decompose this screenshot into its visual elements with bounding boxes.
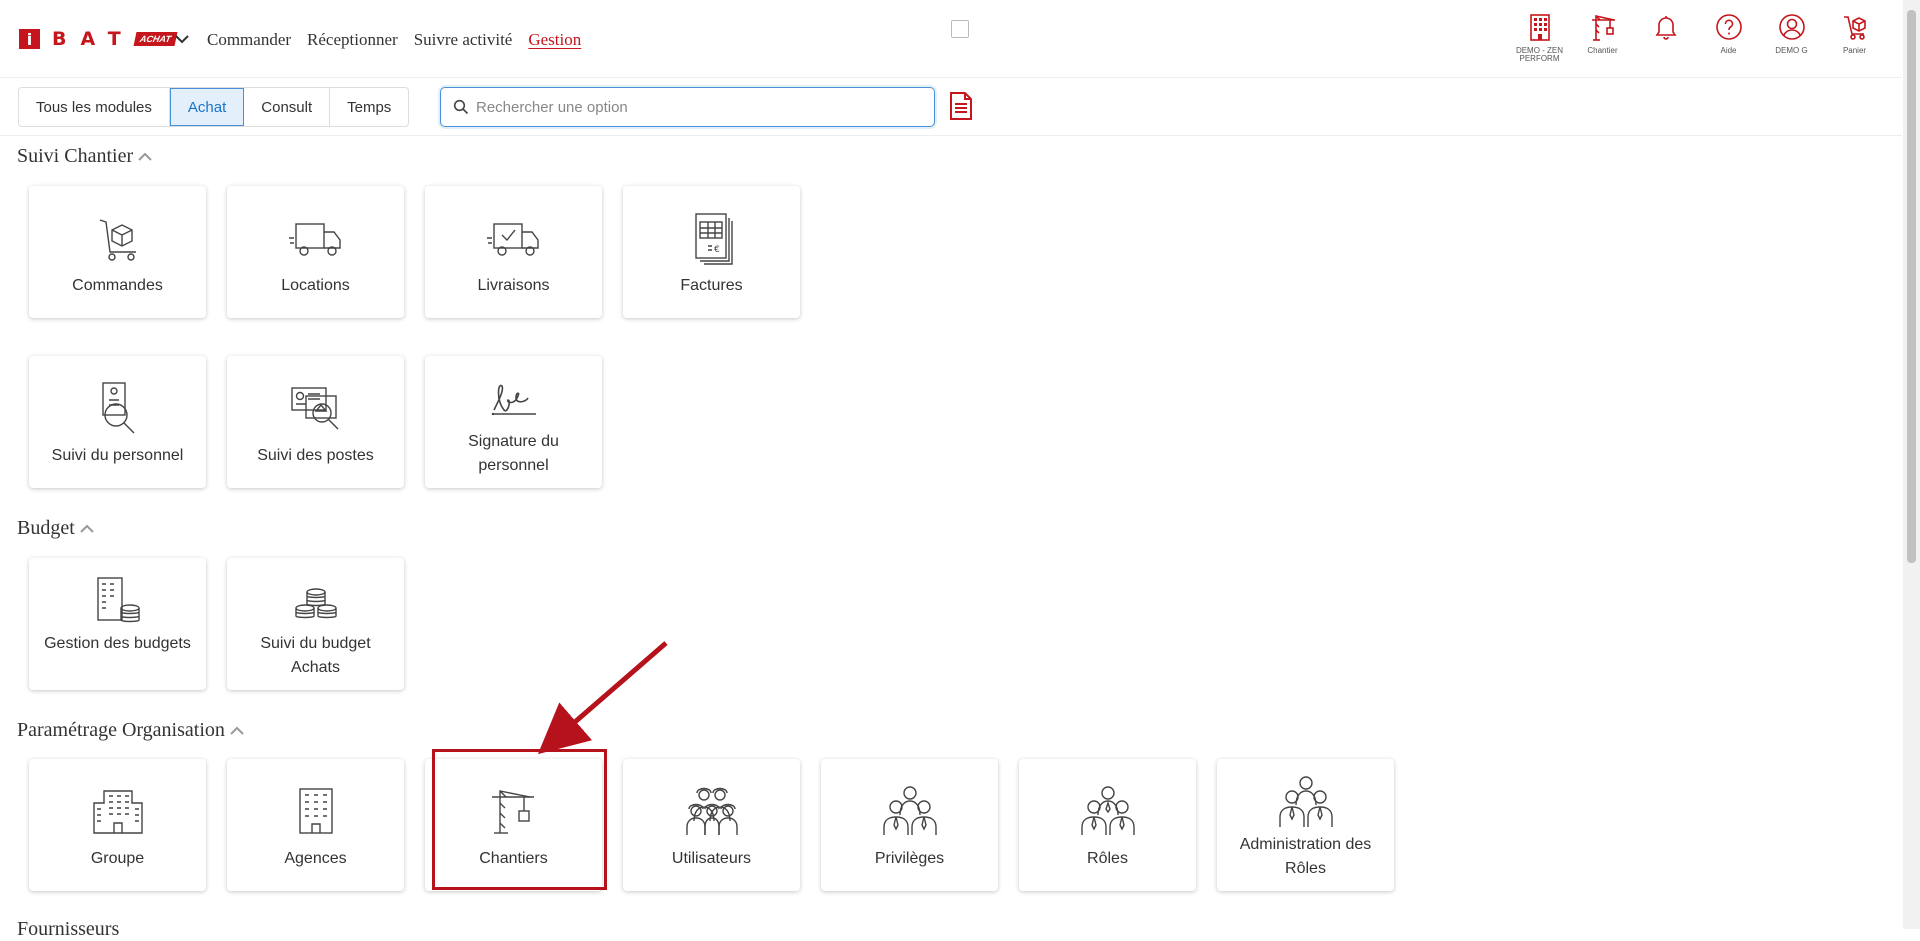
tile-suivi-postes[interactable]: Suivi des postes: [227, 356, 404, 488]
crane-icon: [1591, 15, 1615, 41]
section-suivi-chantier[interactable]: Suivi Chantier: [17, 145, 153, 168]
tile-administration-roles[interactable]: Administration des Rôles: [1217, 759, 1394, 891]
tile-groupe[interactable]: Groupe: [29, 759, 206, 891]
nav-suivre-activite[interactable]: Suivre activité: [414, 30, 513, 50]
chevron-up-icon: [80, 524, 94, 533]
admin-people-icon: [1278, 776, 1333, 827]
tile-privileges[interactable]: Privilèges: [821, 759, 998, 891]
section-budget[interactable]: Budget: [17, 517, 95, 540]
tile-label: Suivi du budget Achats: [260, 635, 371, 676]
module-all[interactable]: Tous les modules: [19, 88, 170, 126]
section-fournisseurs[interactable]: Fournisseurs: [17, 918, 119, 941]
tile-label: Signature du personnel: [468, 433, 559, 474]
tile-label: Groupe: [90, 850, 145, 867]
module-temps[interactable]: Temps: [330, 88, 408, 126]
user-label: DEMO G: [1775, 46, 1808, 55]
tile-label: Gestion des budgets: [44, 635, 191, 652]
section-title-budget: Budget: [17, 517, 75, 539]
delivery-truck-check-icon: [486, 223, 539, 256]
logo-text: BAT: [52, 28, 135, 50]
nav-receptionner[interactable]: Réceptionner: [307, 30, 398, 50]
section-parametrage-organisation[interactable]: Paramétrage Organisation: [17, 719, 245, 742]
top-bar: i BAT ACHAT Commander Réceptionner Suivr…: [0, 0, 1902, 78]
chantier-selector[interactable]: Chantier: [1571, 12, 1634, 63]
tile-gestion-budgets[interactable]: Gestion des budgets: [29, 558, 206, 690]
office-building-icon: [92, 790, 143, 834]
chevron-down-icon[interactable]: [174, 29, 190, 49]
tile-label: Administration des Rôles: [1239, 836, 1372, 877]
truck-icon: [288, 223, 341, 256]
logo-i-box: i: [19, 29, 40, 49]
tile-commandes[interactable]: Commandes: [29, 186, 206, 318]
workers-group-icon: [685, 787, 738, 835]
bell-icon: [1655, 16, 1676, 40]
tile-label: Agences: [284, 850, 347, 867]
id-card-search-icon: [290, 387, 338, 430]
cart-label: Panier: [1842, 46, 1867, 55]
tile-roles[interactable]: Rôles: [1019, 759, 1196, 891]
tile-label: Suivi du personnel: [51, 447, 184, 464]
module-consult[interactable]: Consult: [244, 88, 331, 126]
tile-label: Privilèges: [874, 850, 945, 867]
tile-signature-personnel[interactable]: Signature du personnel: [425, 356, 602, 488]
user-menu-button[interactable]: DEMO G: [1760, 12, 1823, 63]
chevron-up-icon: [230, 726, 244, 735]
header-icons: DEMO - ZEN PERFORM Chantier Aide DEMO G …: [1508, 12, 1886, 63]
logo-badge: ACHAT: [133, 32, 177, 46]
section-title-suivi: Suivi Chantier: [17, 145, 134, 167]
document-icon[interactable]: [948, 91, 974, 121]
search-icon: [453, 99, 469, 115]
help-icon: [1715, 14, 1742, 40]
user-icon: [1778, 14, 1805, 40]
tile-label: Livraisons: [477, 277, 550, 294]
tile-livraisons[interactable]: Livraisons: [425, 186, 602, 318]
notifications-button[interactable]: [1634, 12, 1697, 63]
section-title-parametrage: Paramétrage Organisation: [17, 719, 225, 741]
tile-utilisateurs[interactable]: Utilisateurs: [623, 759, 800, 891]
team-roles-icon: [1080, 786, 1135, 835]
badge-search-icon: [101, 382, 134, 434]
search-box: [440, 87, 935, 127]
cart-icon: [1843, 16, 1866, 40]
module-filter: Tous les modules Achat Consult Temps: [18, 87, 410, 127]
package-cart-icon: [99, 219, 136, 261]
filter-bar: Tous les modules Achat Consult Temps: [0, 78, 1902, 136]
main-nav: Commander Réceptionner Suivre activité G…: [207, 30, 581, 50]
business-people-icon: [882, 786, 937, 835]
nav-commander[interactable]: Commander: [207, 30, 291, 50]
signature-icon: [491, 384, 536, 416]
broken-image-icon: [951, 20, 969, 38]
invoice-icon: €: [694, 213, 733, 265]
search-input[interactable]: [476, 98, 916, 116]
agency-building-icon: [298, 788, 333, 834]
annotation-highlight-box: [432, 749, 607, 890]
tile-suivi-personnel[interactable]: Suivi du personnel: [29, 356, 206, 488]
tile-label: Rôles: [1087, 850, 1128, 867]
cart-button[interactable]: Panier: [1823, 12, 1886, 63]
building-icon: [1529, 14, 1550, 41]
help-label: Aide: [1720, 46, 1737, 55]
tile-label: Factures: [680, 277, 743, 294]
building-coins-icon: [96, 577, 140, 623]
tile-label: Utilisateurs: [671, 850, 752, 867]
chevron-up-icon: [138, 152, 152, 161]
chantier-label: Chantier: [1587, 46, 1618, 55]
tile-label: Suivi des postes: [257, 447, 374, 464]
module-achat[interactable]: Achat: [169, 88, 245, 126]
tile-agences[interactable]: Agences: [227, 759, 404, 891]
company-selector[interactable]: DEMO - ZEN PERFORM: [1508, 12, 1571, 63]
tile-label: Commandes: [72, 277, 163, 294]
tile-factures[interactable]: € Factures: [623, 186, 800, 318]
company-label: DEMO - ZEN PERFORM: [1515, 46, 1564, 63]
vertical-scrollbar[interactable]: [1903, 0, 1920, 929]
svg-text:€: €: [714, 245, 720, 255]
help-button[interactable]: Aide: [1697, 12, 1760, 63]
tile-label: Locations: [281, 277, 350, 294]
scrollbar-thumb[interactable]: [1907, 10, 1916, 563]
nav-gestion[interactable]: Gestion: [528, 30, 581, 50]
coins-stack-icon: [294, 588, 337, 619]
ibat-logo[interactable]: i BAT ACHAT: [19, 28, 177, 50]
tile-locations[interactable]: Locations: [227, 186, 404, 318]
tile-suivi-budget-achats[interactable]: Suivi du budget Achats: [227, 558, 404, 690]
